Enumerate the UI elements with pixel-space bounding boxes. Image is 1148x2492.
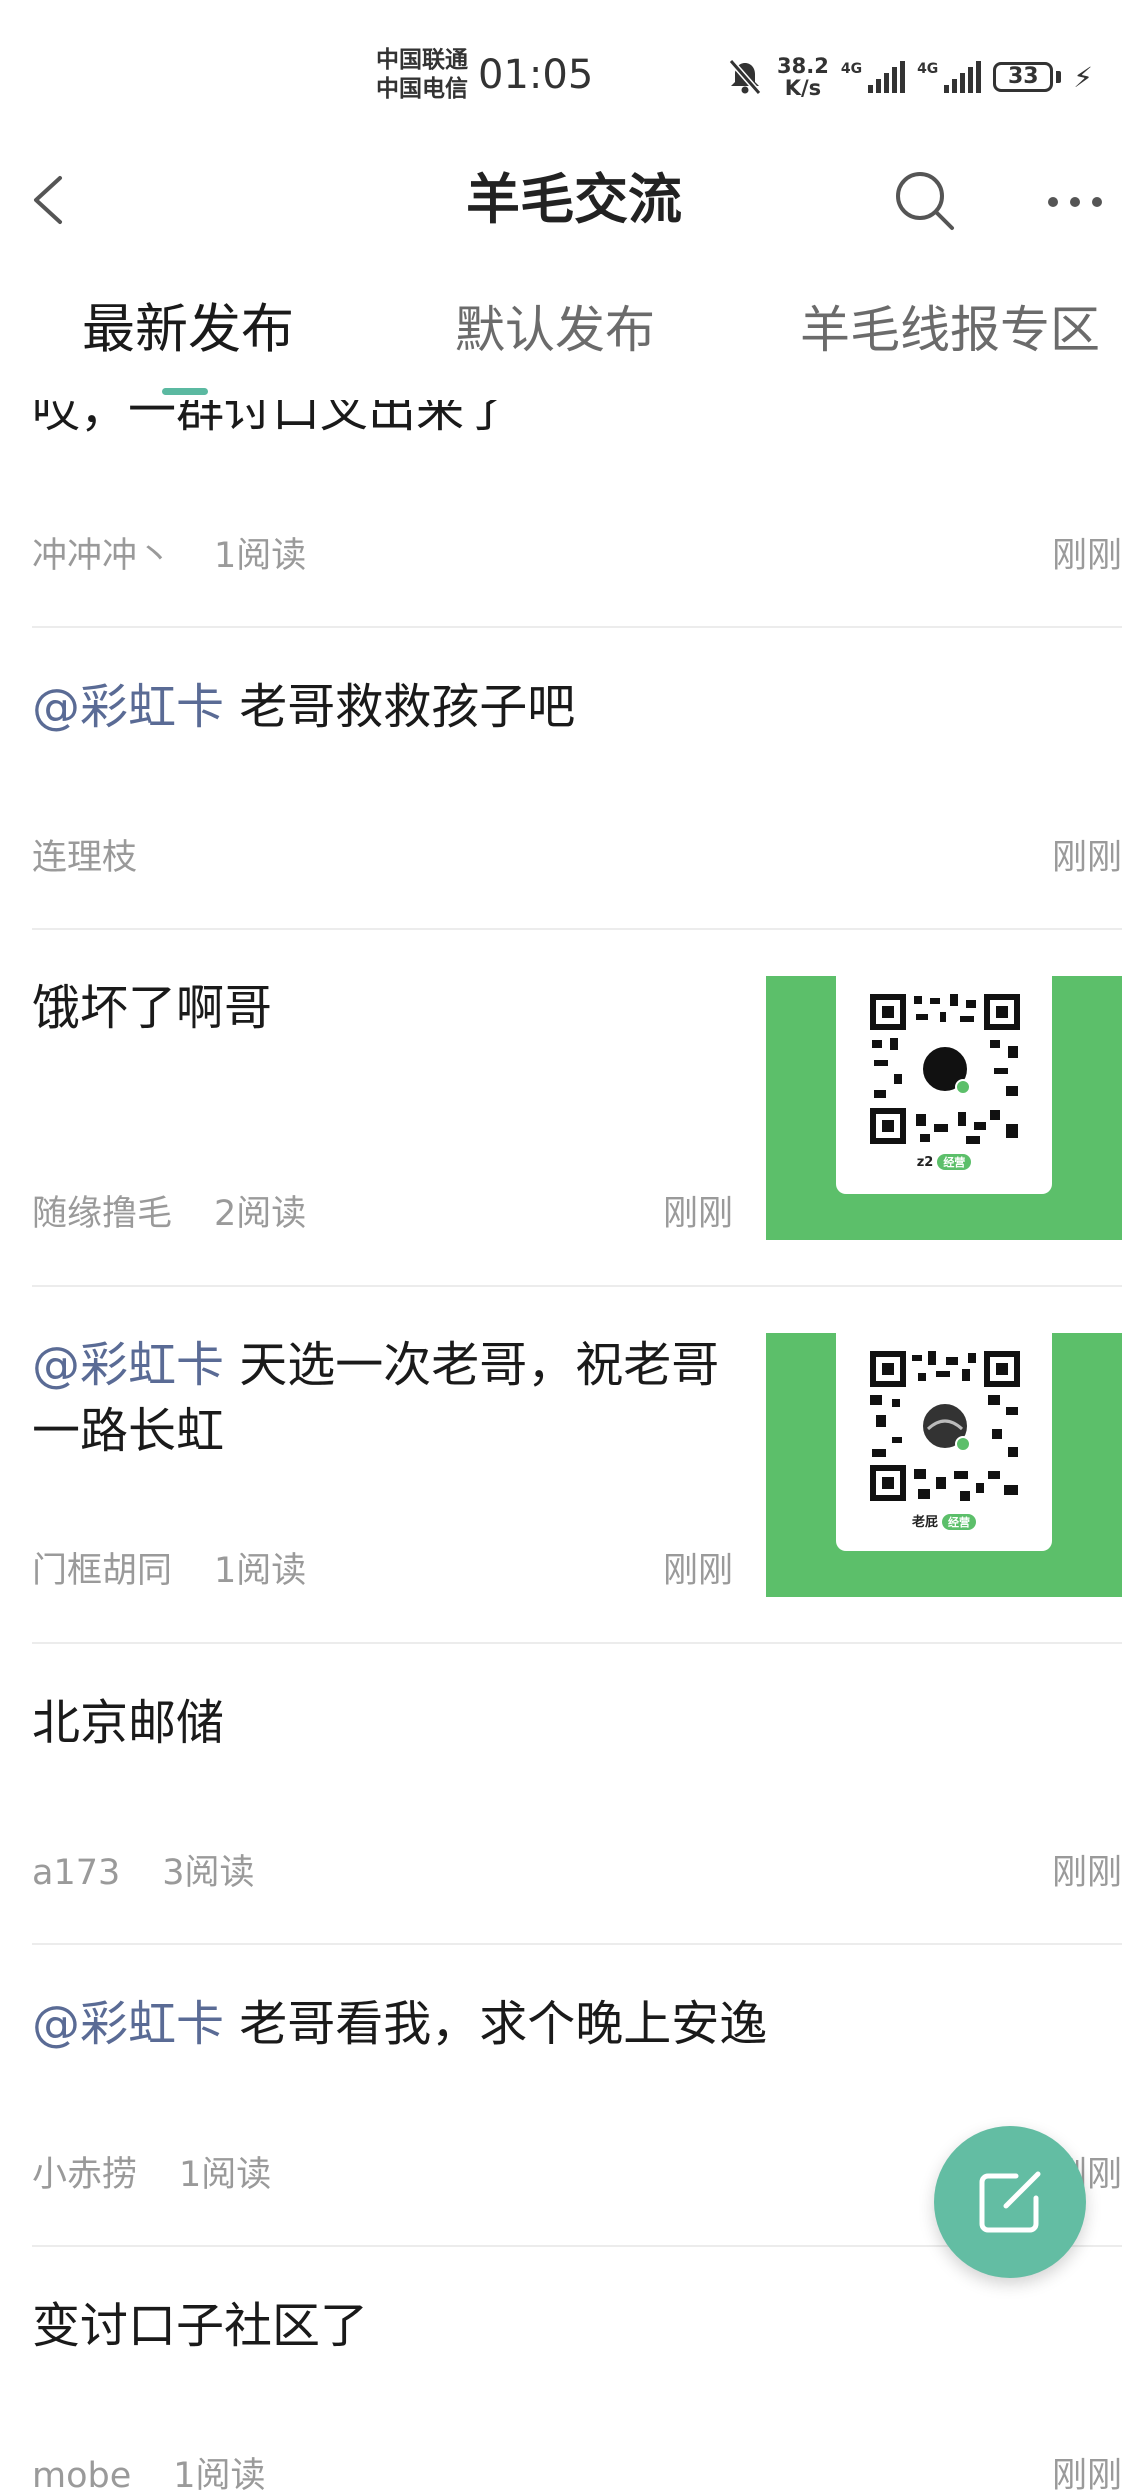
post-title[interactable]: @彩虹卡 天选一次老哥，祝老哥一路长虹 — [32, 1332, 752, 1464]
post-reads: 2阅读 — [214, 1194, 307, 1234]
post-author[interactable]: 门框胡同 — [32, 1551, 172, 1591]
divider — [32, 928, 1122, 930]
post-meta: mobe 1阅读 — [32, 2452, 266, 2492]
qr-label: z2 经营 — [836, 1154, 1052, 1170]
post-meta: a173 3阅读 — [32, 1849, 255, 1897]
tab-indicator — [162, 388, 208, 395]
post-title[interactable]: 饿坏了啊哥 — [32, 975, 272, 1041]
post-meta: 随缘撸毛 2阅读 — [32, 1190, 306, 1238]
post-title[interactable]: 变讨口子社区了 — [32, 2293, 368, 2359]
post-thumbnail[interactable]: 老屁 经营 — [766, 1333, 1122, 1597]
post-title[interactable]: 北京邮储 — [32, 1690, 224, 1756]
post-author[interactable]: 小赤捞 — [32, 2155, 137, 2195]
post-text: 变讨口子社区了 — [32, 2298, 369, 2354]
qr-label: 老屁 经营 — [836, 1511, 1052, 1530]
compose-icon — [979, 2171, 1041, 2233]
post-author[interactable]: a173 — [32, 1853, 120, 1893]
tab-latest[interactable]: 最新发布 — [82, 298, 294, 362]
qr-badge: 经营 — [942, 1514, 976, 1530]
tab-default[interactable]: 默认发布 — [455, 298, 655, 362]
post-thumbnail[interactable]: z2 经营 — [766, 976, 1122, 1240]
qr-card: 老屁 经营 — [836, 1333, 1052, 1551]
compose-button[interactable] — [934, 2126, 1086, 2278]
post-time: 刚刚 — [1051, 1853, 1122, 1893]
divider — [32, 1943, 1122, 1945]
qr-name: z2 — [916, 1155, 934, 1170]
post-time: 刚刚 — [1051, 838, 1122, 878]
post-text: 北京邮储 — [32, 1695, 225, 1751]
qr-name: 老屁 — [911, 1515, 938, 1530]
post-meta: 连理枝 — [32, 834, 137, 882]
post-author[interactable]: 随缘撸毛 — [32, 1194, 172, 1234]
tab-bar: 最新发布 默认发布 羊毛线报专区 — [0, 290, 1148, 400]
post-time: 刚刚 — [1051, 2456, 1122, 2492]
post-reads: 1阅读 — [173, 2456, 266, 2492]
divider — [32, 1642, 1122, 1644]
post-text: 饿坏了啊哥 — [32, 980, 273, 1036]
post-meta: 冲冲冲丶 1阅读 — [32, 532, 306, 580]
post-time: 刚刚 — [1051, 536, 1122, 576]
post-reads: 3阅读 — [162, 1853, 255, 1893]
post-time: 刚刚 — [663, 1551, 734, 1591]
post-title[interactable]: @彩虹卡 老哥看我，求个晚上安逸 — [32, 1991, 767, 2057]
qr-badge: 经营 — [937, 1154, 972, 1170]
post-reads: 1阅读 — [179, 2155, 272, 2195]
post-text: 老哥救救孩子吧 — [224, 679, 576, 735]
post-title[interactable]: @彩虹卡 老哥救救孩子吧 — [32, 674, 575, 740]
post-reads: 1阅读 — [214, 536, 307, 576]
post-text: 老哥看我，求个晚上安逸 — [224, 1996, 768, 2052]
divider — [32, 1285, 1122, 1287]
post-mention[interactable]: @彩虹卡 — [32, 1996, 224, 2052]
post-time: 刚刚 — [663, 1194, 734, 1234]
qr-card: z2 经营 — [836, 976, 1052, 1194]
post-author[interactable]: 连理枝 — [32, 838, 137, 878]
post-reads: 1阅读 — [214, 1551, 307, 1591]
qr-code-icon — [870, 1351, 1020, 1501]
post-mention[interactable]: @彩虹卡 — [32, 679, 224, 735]
post-author[interactable]: 冲冲冲丶 — [32, 536, 172, 576]
qr-code-icon — [870, 994, 1020, 1144]
tab-deals[interactable]: 羊毛线报专区 — [800, 298, 1100, 362]
post-author[interactable]: mobe — [32, 2456, 131, 2492]
divider — [32, 626, 1122, 628]
post-mention[interactable]: @彩虹卡 — [32, 1337, 224, 1393]
post-meta: 小赤捞 1阅读 — [32, 2151, 271, 2199]
post-meta: 门框胡同 1阅读 — [32, 1547, 306, 1595]
